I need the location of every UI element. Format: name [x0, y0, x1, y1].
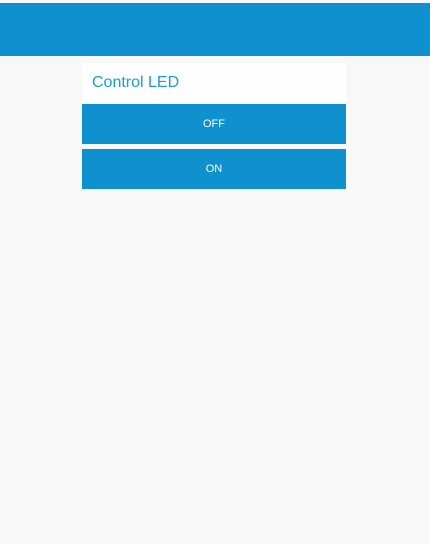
- panel-title: Control LED: [92, 74, 180, 91]
- led-control-panel: Control LED OFF ON: [82, 63, 346, 190]
- led-on-button[interactable]: ON: [82, 149, 346, 189]
- panel-header: Control LED: [82, 63, 346, 103]
- led-off-button[interactable]: OFF: [82, 104, 346, 144]
- app-bar: [0, 3, 430, 56]
